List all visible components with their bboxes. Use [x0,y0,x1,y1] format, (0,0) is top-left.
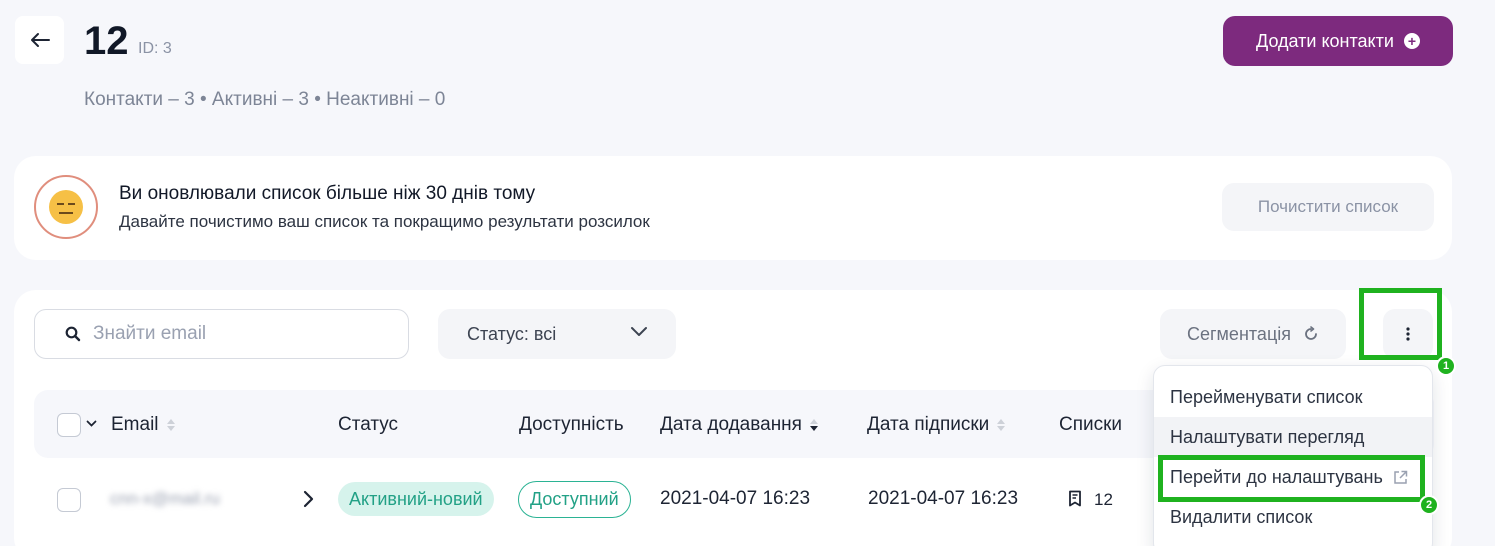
search-icon [65,326,81,342]
segmentation-label: Сегментація [1186,323,1291,344]
neutral-face-icon [34,175,98,239]
chevron-down-icon[interactable] [86,420,97,428]
status-badge: Активний-новий [338,482,494,516]
contacts-stats: Контакти – 3 • Активні – 3 • Неактивні –… [84,89,446,110]
column-lists-label: Списки [1059,414,1123,435]
lists-count: 12 [1094,490,1113,509]
column-availability: Доступність [519,414,624,436]
contact-email[interactable]: cnn-x@mail.ru [110,489,220,509]
banner-title: Ви оновлювали список більше ніж 30 днів … [119,183,536,204]
sort-desc-icon [809,419,818,431]
menu-item-customize-view-label: Налаштувати перегляд [1170,426,1365,447]
column-status: Статус [338,414,398,436]
column-lists: Списки [1059,414,1122,436]
list-doc-icon [1069,490,1081,507]
column-date-added[interactable]: Дата додавання [660,414,818,436]
menu-item-go-to-settings-label: Перейти до налаштувань [1170,466,1383,487]
column-status-label: Статус [338,414,399,435]
highlight-badge-1: 1 [1436,356,1456,376]
back-button[interactable] [15,16,64,64]
column-date-added-label: Дата додавання [660,414,802,435]
column-availability-label: Доступність [519,414,624,435]
status-filter-label: Статус: всі [467,323,557,344]
availability-badge: Доступний [518,481,631,518]
page-title: 12 [84,19,129,63]
column-email-label: Email [111,414,159,435]
search-input[interactable]: Знайти email [34,309,409,359]
banner-subtitle: Давайте почистимо ваш список та покращим… [119,212,650,231]
menu-item-customize-view[interactable]: Налаштувати перегляд [1154,417,1432,457]
plus-circle-icon: + [1403,33,1420,49]
column-date-subscribed[interactable]: Дата підписки [867,414,1006,436]
search-placeholder: Знайти email [93,323,207,344]
add-contacts-button[interactable]: Додати контакти + [1223,16,1453,66]
column-email[interactable]: Email [111,414,175,436]
date-subscribed-cell: 2021-04-07 16:23 [868,488,1019,509]
chevron-right-icon[interactable] [302,490,314,508]
sort-icon [166,419,175,431]
list-options-menu: Перейменувати список Налаштувати перегля… [1153,365,1433,546]
segmentation-button[interactable]: Сегментація [1160,309,1346,359]
menu-item-delete-list-label: Видалити список [1170,506,1313,527]
more-vertical-icon [1406,327,1410,341]
status-filter-select[interactable]: Статус: всі [438,309,676,359]
clean-list-button[interactable]: Почистити список [1222,183,1434,231]
select-all-checkbox[interactable] [57,413,81,437]
add-contacts-label: Додати контакти [1256,30,1394,51]
loading-icon [1305,326,1317,340]
more-options-button[interactable] [1383,309,1433,359]
column-date-subscribed-label: Дата підписки [867,414,990,435]
list-id: ID: 3 [138,40,172,57]
sort-icon [997,419,1006,431]
external-link-icon [1394,470,1408,484]
row-checkbox[interactable] [57,488,81,512]
menu-item-rename-label: Перейменувати список [1170,386,1363,407]
menu-item-go-to-settings[interactable]: Перейти до налаштувань [1154,457,1432,497]
date-added-cell: 2021-04-07 16:23 [660,488,811,509]
highlight-badge-2: 2 [1419,495,1439,515]
chevron-down-icon [631,327,647,336]
menu-item-delete-list[interactable]: Видалити список [1154,497,1432,537]
menu-item-rename[interactable]: Перейменувати список [1154,377,1432,417]
arrow-left-icon [30,33,50,47]
